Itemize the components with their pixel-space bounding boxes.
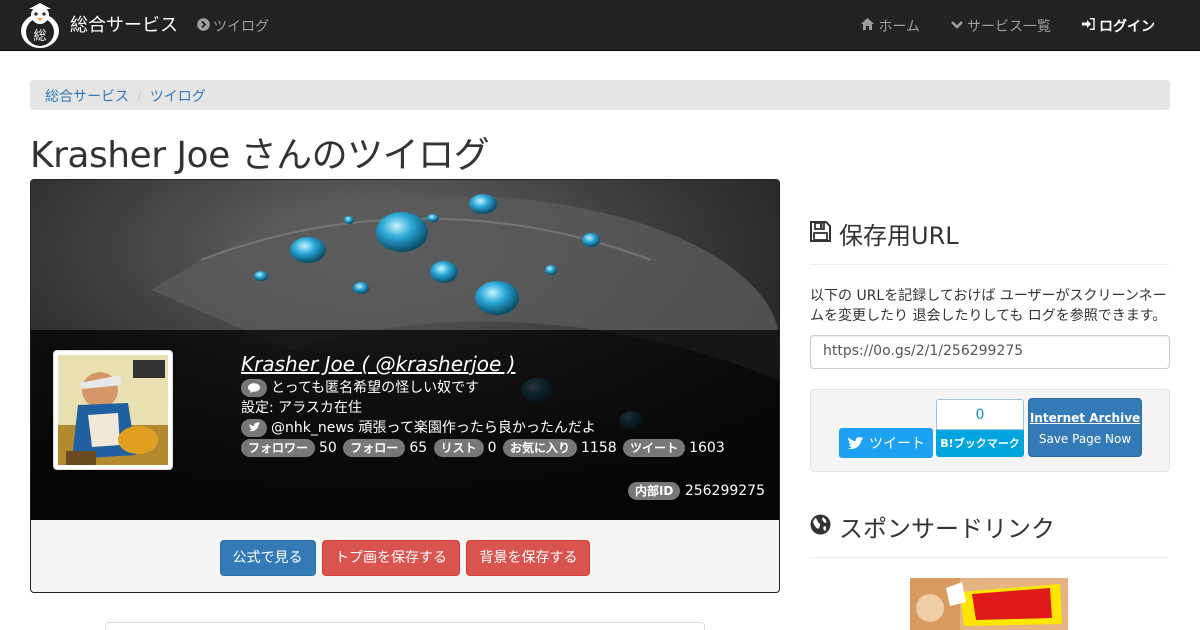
profile-buttons: 公式で見る トプ画を保存する 背景を保存する xyxy=(31,540,779,576)
nav-home-label: ホーム xyxy=(878,19,920,35)
stat-followers-label: フォロワー xyxy=(241,439,316,457)
breadcrumb: 総合サービス / ツイログ xyxy=(30,80,1170,110)
profile-name-link[interactable]: Krasher Joe ( @krasherjoe ) xyxy=(241,350,727,378)
tweet-list-card xyxy=(105,622,705,630)
nav-twilog-link[interactable]: ツイログ xyxy=(197,16,269,36)
breadcrumb-separator: / xyxy=(137,89,142,105)
brand-logo: 総 xyxy=(18,3,62,49)
stat-favorites-value: 1158 xyxy=(581,440,617,456)
twitter-icon xyxy=(241,419,267,437)
avatar[interactable] xyxy=(53,350,173,470)
sponsored-ad-banner[interactable] xyxy=(910,578,1068,630)
nav-right: ホーム サービス一覧 ログイン xyxy=(830,16,1155,36)
profile-panel: Krasher Joe ( @krasherjoe ) とっても匿名希望の怪しい… xyxy=(30,179,780,593)
share-buttons: ツイート 0 B!ブックマーク Internet Archive Save Pa… xyxy=(810,389,1170,472)
profile-latest-tweet: @nhk_news 頑張って楽園作ったら良かったんだよ xyxy=(241,418,727,438)
save-url-heading-text: 保存用URL xyxy=(839,222,959,250)
breadcrumb-home[interactable]: 総合サービス xyxy=(45,89,129,105)
profile-bio-text: とっても匿名希望の怪しい奴です xyxy=(271,380,480,396)
profile-bio: とっても匿名希望の怪しい奴です xyxy=(241,378,727,398)
brand-link[interactable]: 総 総合サービス xyxy=(18,0,178,50)
sponsor-heading-text: スポンサードリンク xyxy=(839,515,1055,543)
stat-lists-value: 0 xyxy=(487,440,497,456)
nav-services-dropdown[interactable]: サービス一覧 xyxy=(951,16,1051,36)
save-icon-button[interactable]: トプ画を保存する xyxy=(322,540,460,576)
nav-twilog-label: ツイログ xyxy=(213,19,269,35)
internet-archive-title: Internet Archive xyxy=(1029,411,1141,425)
divider xyxy=(810,264,1170,265)
sponsor-heading: スポンサードリンク xyxy=(810,509,1055,544)
divider xyxy=(810,557,1170,558)
nav-home[interactable]: ホーム xyxy=(861,16,920,36)
view-official-button[interactable]: 公式で見る xyxy=(219,540,316,576)
breadcrumb-twilog[interactable]: ツイログ xyxy=(150,89,206,105)
nav-login-label: ログイン xyxy=(1099,19,1155,35)
profile-location: 設定: アラスカ在住 xyxy=(241,400,362,416)
save-url-heading: 保存用URL xyxy=(810,216,959,251)
hatena-bookmark-count[interactable]: 0 xyxy=(936,399,1024,430)
twitter-bird-icon xyxy=(847,436,864,450)
stat-tweets-label: ツイート xyxy=(623,439,686,457)
internal-id-value: 256299275 xyxy=(684,483,765,499)
internal-id-label: 内部ID xyxy=(627,482,681,500)
home-icon xyxy=(861,18,875,34)
comment-icon xyxy=(241,379,267,397)
profile-stats: フォロワー 50 フォロー 65 リスト 0 お気に入り 1158 ツイート 1603 xyxy=(241,438,727,458)
stat-followers-value: 50 xyxy=(319,440,337,456)
sign-in-icon xyxy=(1082,18,1095,34)
save-background-button[interactable]: 背景を保存する xyxy=(466,540,591,576)
floppy-disk-icon xyxy=(810,220,831,248)
stat-lists-label: リスト xyxy=(433,439,484,457)
save-url-field[interactable]: https://0o.gs/2/1/256299275 xyxy=(810,335,1170,369)
chevron-circle-right-icon xyxy=(197,17,210,35)
hatena-bookmark-button[interactable]: B!ブックマーク xyxy=(936,430,1024,457)
stat-following-value: 65 xyxy=(409,440,428,456)
profile-latest-tweet-text: @nhk_news 頑張って楽園作ったら良かったんだよ xyxy=(271,420,596,436)
profile-info: Krasher Joe ( @krasherjoe ) とっても匿名希望の怪しい… xyxy=(241,350,727,458)
stat-tweets-value: 1603 xyxy=(689,440,725,456)
navbar: 総 総合サービス ツイログ ホーム サービス一覧 ログイン xyxy=(0,0,1200,51)
chevron-down-icon xyxy=(951,19,963,34)
save-url-description: 以下の URLを記録しておけば ユーザーがスクリーンネームを変更したり 退会した… xyxy=(810,288,1167,324)
globe-icon xyxy=(810,513,831,541)
internet-archive-button[interactable]: Internet Archive Save Page Now xyxy=(1028,398,1142,457)
stat-favorites-label: お気に入り xyxy=(502,439,577,457)
nav-login[interactable]: ログイン xyxy=(1082,16,1155,36)
page-title: Krasher Joe さんのツイログ xyxy=(30,135,490,176)
stat-following-label: フォロー xyxy=(343,439,406,457)
internal-id: 内部ID 256299275 xyxy=(627,482,765,500)
tweet-button-label: ツイート xyxy=(869,436,925,452)
internet-archive-subtitle: Save Page Now xyxy=(1038,432,1132,446)
svg-text:総: 総 xyxy=(33,29,46,44)
nav-services-label: サービス一覧 xyxy=(967,19,1051,35)
tweet-button[interactable]: ツイート xyxy=(839,428,933,458)
brand-title: 総合サービス xyxy=(70,15,178,36)
